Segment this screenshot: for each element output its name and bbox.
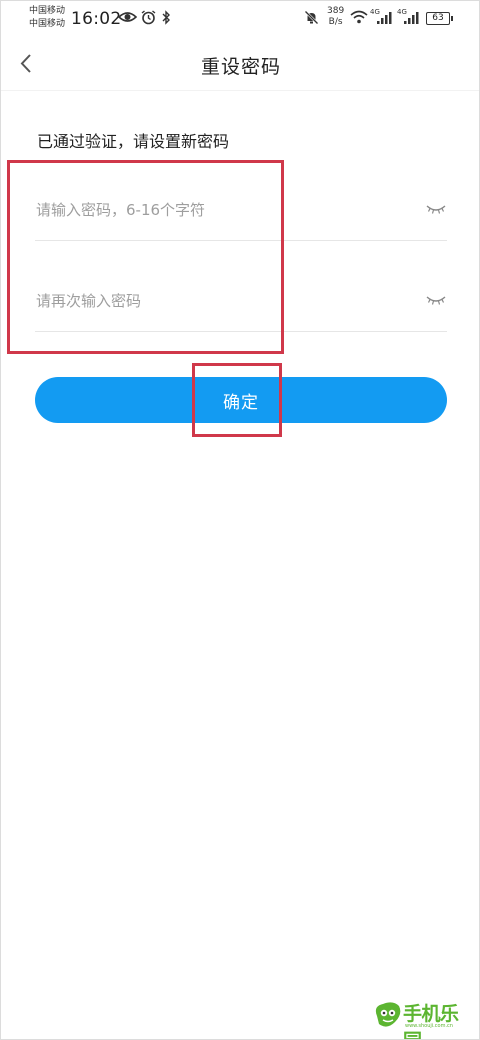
- network-speed-unit: B/s: [328, 17, 343, 27]
- nav-bar: 重设密码: [1, 37, 479, 91]
- battery-level: 63: [426, 12, 453, 25]
- network-speed: 389 B/s: [327, 6, 344, 28]
- status-bar: 中国移动 中国移动 16:02 389 B/s 4G 4G 63: [1, 1, 479, 37]
- watermark-url: www.shouji.com.cn: [405, 1023, 453, 1029]
- alarm-clock-icon: [141, 10, 156, 25]
- status-clock: 16:02: [71, 9, 122, 29]
- confirm-visibility-toggle-icon[interactable]: [425, 294, 447, 308]
- highlight-box-confirm-button: [192, 363, 282, 437]
- signal-strength-2-icon: [404, 12, 419, 24]
- eye-icon: [118, 12, 137, 22]
- wifi-icon: [350, 10, 368, 24]
- signal-strength-1-icon: [377, 12, 392, 24]
- reset-password-screen: 中国移动 中国移动 16:02 389 B/s 4G 4G 63 重设密码 已通…: [0, 0, 480, 1040]
- page-title: 重设密码: [200, 56, 281, 78]
- network-speed-value: 389: [327, 6, 345, 16]
- instruction-text: 已通过验证，请设置新密码: [37, 132, 230, 151]
- watermark-text: 手机乐园: [403, 1003, 459, 1039]
- watermark-mascot-icon: [375, 1002, 401, 1027]
- carrier-2-label: 中国移动: [29, 19, 66, 29]
- password-visibility-toggle-icon[interactable]: [425, 203, 447, 217]
- highlight-box-password-fields: [7, 160, 284, 354]
- bluetooth-icon: [162, 10, 170, 25]
- carrier-1-label: 中国移动: [29, 6, 66, 16]
- mute-bell-icon: [304, 10, 319, 25]
- watermark-logo: 手机乐园 www.shouji.com.cn: [373, 997, 473, 1039]
